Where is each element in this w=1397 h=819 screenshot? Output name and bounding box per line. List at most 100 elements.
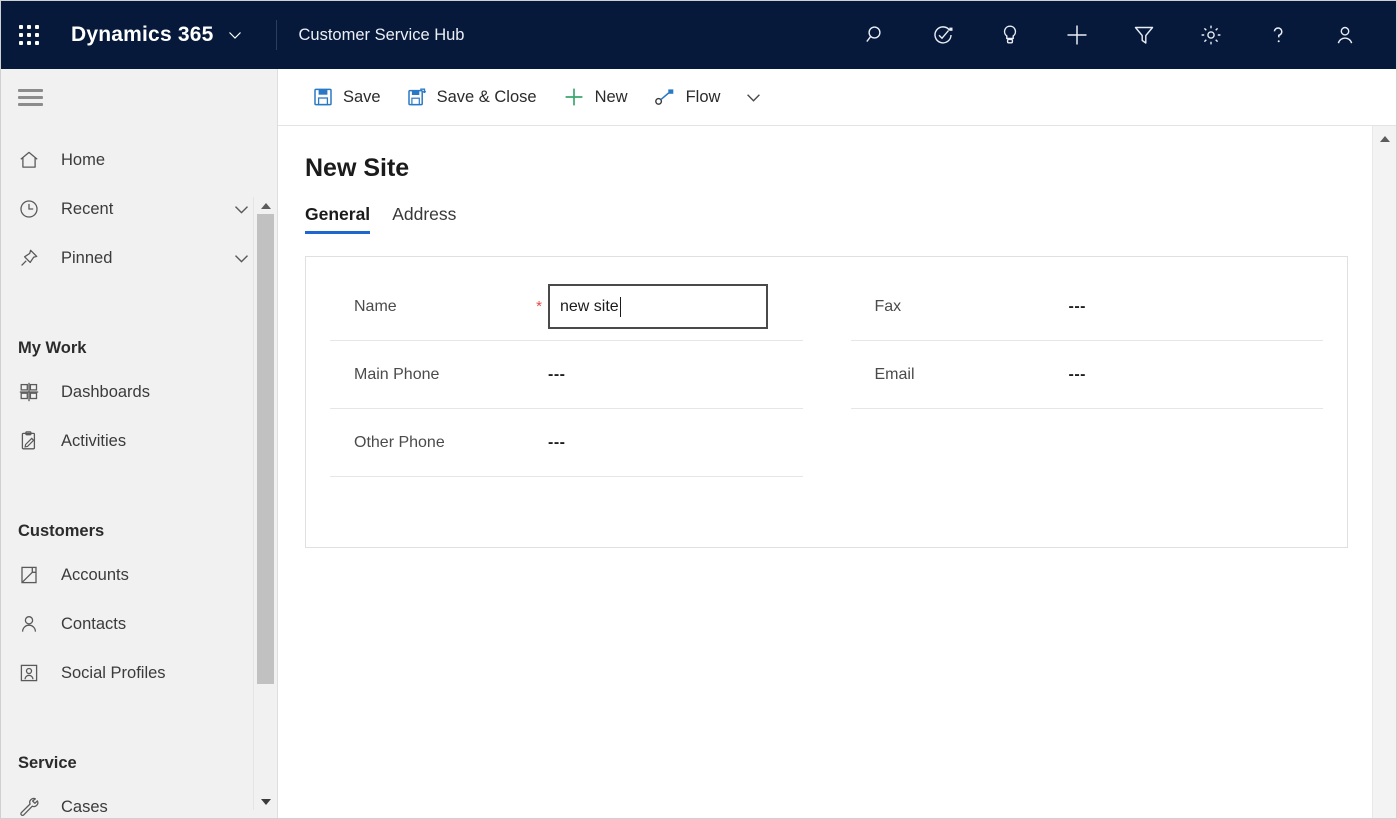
email-value[interactable]: --- bbox=[1069, 366, 1086, 384]
sidebar-item-recent[interactable]: Recent bbox=[1, 185, 277, 234]
sidebar-item-label: Pinned bbox=[61, 249, 112, 268]
search-icon[interactable] bbox=[842, 1, 909, 69]
hamburger-icon bbox=[18, 89, 43, 106]
tab-general[interactable]: General bbox=[305, 204, 370, 234]
chevron-down-icon[interactable] bbox=[232, 200, 251, 219]
dynamics-365-window: Dynamics 365 Customer Service Hub bbox=[0, 0, 1397, 819]
main-phone-value[interactable]: --- bbox=[548, 366, 565, 384]
sidebar-group-service: Service bbox=[1, 737, 277, 783]
top-nav-actions bbox=[842, 1, 1396, 69]
flow-label: Flow bbox=[686, 88, 721, 107]
sidebar-item-cases[interactable]: Cases bbox=[1, 783, 277, 818]
save-close-icon bbox=[407, 87, 427, 107]
field-row-empty bbox=[330, 477, 803, 517]
brand-title[interactable]: Dynamics 365 bbox=[71, 23, 214, 47]
sidebar-item-label: Recent bbox=[61, 200, 113, 219]
sidebar-item-label: Cases bbox=[61, 798, 108, 817]
save-and-close-button[interactable]: Save & Close bbox=[394, 77, 550, 117]
flow-button[interactable]: Flow bbox=[641, 77, 734, 117]
sidebar-item-home[interactable]: Home bbox=[1, 136, 277, 185]
required-asterisk-name: * bbox=[530, 298, 548, 315]
filter-icon[interactable] bbox=[1110, 1, 1177, 69]
case-wrench-icon bbox=[18, 794, 46, 818]
form-content: New Site General Address Name * new site bbox=[278, 126, 1396, 818]
app-launcher-button[interactable] bbox=[1, 1, 57, 69]
save-button[interactable]: Save bbox=[300, 77, 394, 117]
pin-icon bbox=[18, 245, 46, 271]
name-input-value: new site bbox=[560, 298, 619, 316]
person-icon[interactable] bbox=[1311, 1, 1378, 69]
sidebar-item-contacts[interactable]: Contacts bbox=[1, 600, 277, 649]
scroll-down-arrow-icon[interactable] bbox=[254, 793, 278, 810]
content-scrollbar[interactable] bbox=[1372, 126, 1396, 818]
scroll-up-arrow-icon[interactable] bbox=[254, 197, 278, 214]
activities-icon bbox=[18, 428, 46, 454]
save-floppy-icon bbox=[313, 87, 333, 107]
sidebar-scrollbar-thumb[interactable] bbox=[257, 214, 274, 684]
home-icon bbox=[18, 147, 46, 173]
form-tabs: General Address bbox=[305, 204, 1396, 234]
form-card: Name * new site Main Phone --- Other Pho… bbox=[305, 256, 1348, 548]
sidebar-item-label: Social Profiles bbox=[61, 664, 166, 683]
field-row-fax: Fax --- bbox=[851, 273, 1324, 341]
body-container: Home Recent Pinned bbox=[1, 69, 1396, 818]
field-row-name: Name * new site bbox=[330, 273, 803, 341]
sidebar-items-list: Home Recent Pinned bbox=[1, 126, 277, 818]
contact-icon bbox=[18, 611, 46, 637]
dashboard-icon bbox=[18, 379, 46, 405]
spacer bbox=[1, 466, 277, 505]
field-label-main-phone: Main Phone bbox=[330, 366, 530, 384]
field-row-other-phone: Other Phone --- bbox=[330, 409, 803, 477]
field-row-empty bbox=[851, 409, 1324, 449]
chevron-down-icon[interactable] bbox=[232, 249, 251, 268]
sidebar-group-customers: Customers bbox=[1, 505, 277, 551]
form-column-right: Fax --- Email --- bbox=[827, 273, 1348, 517]
sidebar-scrollbar[interactable] bbox=[253, 197, 277, 810]
sidebar-item-social-profiles[interactable]: Social Profiles bbox=[1, 649, 277, 698]
sidebar-item-activities[interactable]: Activities bbox=[1, 417, 277, 466]
app-name-label: Customer Service Hub bbox=[276, 20, 465, 50]
field-row-email: Email --- bbox=[851, 341, 1324, 409]
fax-value[interactable]: --- bbox=[1069, 298, 1086, 316]
field-label-other-phone: Other Phone bbox=[330, 434, 530, 452]
account-icon bbox=[18, 562, 46, 588]
sidebar-group-my-work: My Work bbox=[1, 322, 277, 368]
sidebar-item-label: Accounts bbox=[61, 566, 129, 585]
sidebar-item-pinned[interactable]: Pinned bbox=[1, 234, 277, 283]
gear-icon[interactable] bbox=[1177, 1, 1244, 69]
sidebar-item-accounts[interactable]: Accounts bbox=[1, 551, 277, 600]
name-input[interactable]: new site bbox=[548, 284, 768, 329]
sidebar-item-label: Activities bbox=[61, 432, 126, 451]
sidebar-item-label: Home bbox=[61, 151, 105, 170]
social-profile-icon bbox=[18, 660, 46, 686]
question-icon[interactable] bbox=[1244, 1, 1311, 69]
field-label-fax: Fax bbox=[851, 298, 1051, 316]
new-label: New bbox=[595, 88, 628, 107]
sitemap-hamburger-button[interactable] bbox=[1, 69, 277, 126]
sidebar-item-dashboards[interactable]: Dashboards bbox=[1, 368, 277, 417]
new-button[interactable]: New bbox=[550, 77, 641, 117]
sidebar-item-label: Dashboards bbox=[61, 383, 150, 402]
spacer bbox=[1, 283, 277, 322]
other-phone-value[interactable]: --- bbox=[548, 434, 565, 452]
tab-address[interactable]: Address bbox=[392, 204, 456, 234]
clock-icon bbox=[18, 196, 46, 222]
plus-icon bbox=[563, 86, 585, 108]
brand-chevron-down-icon[interactable] bbox=[227, 27, 243, 43]
spacer bbox=[1, 698, 277, 737]
field-row-main-phone: Main Phone --- bbox=[330, 341, 803, 409]
plus-icon[interactable] bbox=[1043, 1, 1110, 69]
field-label-name: Name bbox=[330, 298, 530, 316]
command-bar: Save Save & Close New bbox=[278, 69, 1396, 126]
scroll-up-arrow-icon[interactable] bbox=[1373, 130, 1396, 147]
field-label-email: Email bbox=[851, 366, 1051, 384]
lightbulb-icon[interactable] bbox=[976, 1, 1043, 69]
page-title: New Site bbox=[305, 154, 1396, 183]
form-column-left: Name * new site Main Phone --- Other Pho… bbox=[306, 273, 827, 517]
command-overflow-chevron-down-icon[interactable] bbox=[733, 77, 773, 117]
save-label: Save bbox=[343, 88, 381, 107]
sidebar-item-label: Contacts bbox=[61, 615, 126, 634]
assistant-icon[interactable] bbox=[909, 1, 976, 69]
main-content-area: Save Save & Close New bbox=[278, 69, 1396, 818]
save-and-close-label: Save & Close bbox=[437, 88, 537, 107]
